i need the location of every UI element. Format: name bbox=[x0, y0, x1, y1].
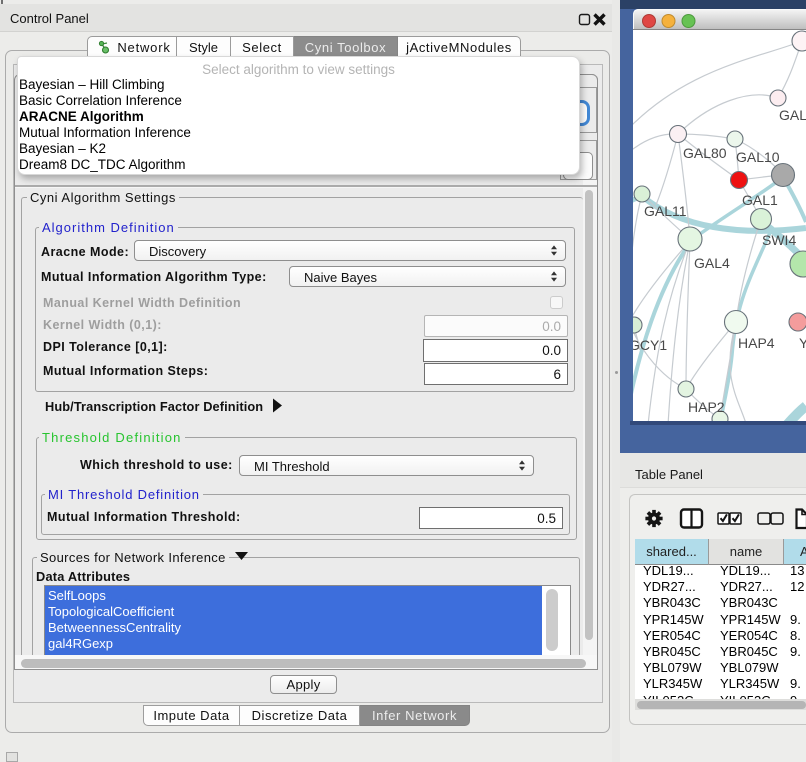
svg-text:HAP2: HAP2 bbox=[688, 399, 725, 415]
svg-text:GAL1: GAL1 bbox=[742, 192, 778, 208]
svg-text:GCY1: GCY1 bbox=[629, 337, 667, 353]
svg-text:SWI4: SWI4 bbox=[762, 232, 796, 248]
svg-text:Y: Y bbox=[799, 335, 806, 351]
svg-text:GAL80: GAL80 bbox=[683, 145, 727, 161]
svg-text:GAL10: GAL10 bbox=[736, 149, 780, 165]
svg-text:GAL11: GAL11 bbox=[644, 203, 687, 219]
svg-text:GAL4: GAL4 bbox=[694, 255, 730, 271]
svg-text:HAP4: HAP4 bbox=[738, 335, 775, 351]
svg-text:GAL: GAL bbox=[779, 107, 806, 123]
